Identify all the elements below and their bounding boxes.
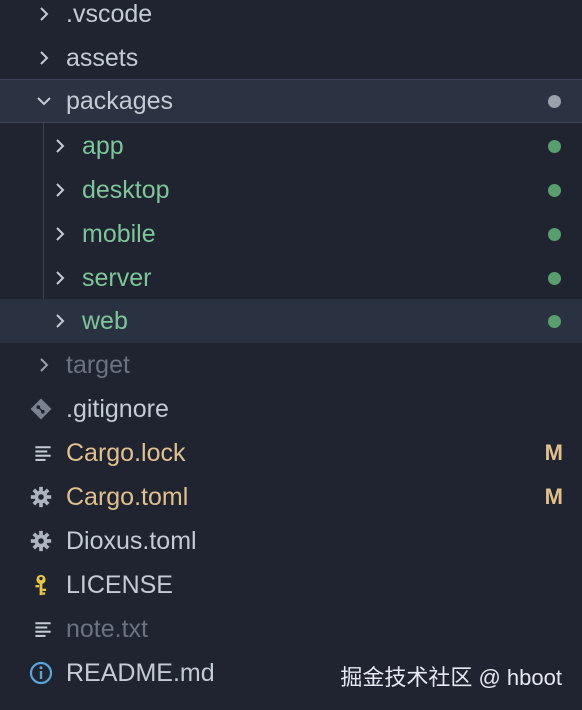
chevron-down-icon	[32, 89, 56, 113]
tree-item-web[interactable]: web	[0, 299, 582, 343]
tree-item-label: note.txt	[66, 614, 148, 643]
tree-item-label: Cargo.toml	[66, 482, 189, 511]
tree-item-label: .vscode	[66, 0, 153, 28]
tree-item-app[interactable]: app	[0, 124, 582, 168]
chevron-right-icon	[48, 134, 72, 158]
tree-item-server[interactable]: server	[0, 256, 582, 300]
tree-item-gitignore[interactable]: .gitignore	[0, 387, 582, 431]
chevron-right-icon	[48, 178, 72, 202]
tree-item-label: desktop	[82, 175, 170, 204]
lines-file-icon	[30, 616, 56, 642]
chevron-right-icon	[32, 353, 56, 377]
gear-icon	[28, 484, 54, 510]
status-dot	[548, 139, 561, 153]
tree-item-dioxus-toml[interactable]: Dioxus.toml	[0, 519, 582, 563]
key-icon	[28, 572, 54, 598]
chevron-right-icon	[48, 222, 72, 246]
status-dot	[548, 271, 561, 285]
modified-badge: M	[544, 440, 563, 465]
tree-item-assets[interactable]: assets	[0, 36, 582, 80]
tree-item-label: packages	[66, 86, 174, 115]
status-dot	[548, 314, 561, 328]
tree-item-vscode[interactable]: .vscode	[0, 0, 582, 36]
tree-item-label: Dioxus.toml	[66, 526, 197, 555]
tree-item-label: mobile	[82, 219, 156, 248]
git-diamond-icon	[28, 396, 54, 422]
tree-item-label: server	[82, 263, 152, 292]
status-dot	[548, 183, 561, 197]
tree-item-target[interactable]: target	[0, 343, 582, 387]
tree-item-desktop[interactable]: desktop	[0, 168, 582, 212]
modified-badge: M	[544, 484, 563, 509]
gear-icon	[28, 528, 54, 554]
tree-item-label: LICENSE	[66, 570, 173, 599]
chevron-right-icon	[48, 266, 72, 290]
tree-item-label: app	[82, 131, 124, 160]
lines-file-icon	[30, 440, 56, 466]
tree-item-cargo-toml[interactable]: Cargo.toml M	[0, 475, 582, 519]
chevron-right-icon	[32, 46, 56, 70]
tree-item-note-txt[interactable]: note.txt	[0, 607, 582, 651]
tree-item-cargo-lock[interactable]: Cargo.lock M	[0, 431, 582, 475]
status-dot	[548, 227, 561, 241]
chevron-right-icon	[48, 309, 72, 333]
tree-item-label: .gitignore	[66, 394, 169, 423]
tree-item-license[interactable]: LICENSE	[0, 563, 582, 607]
tree-item-mobile[interactable]: mobile	[0, 212, 582, 256]
file-explorer-tree: .vscode assets packages app desktop mobi…	[0, 0, 582, 710]
status-dot	[548, 94, 561, 108]
info-icon	[28, 660, 54, 686]
tree-item-packages[interactable]: packages	[0, 79, 582, 123]
tree-item-label: Cargo.lock	[66, 438, 186, 467]
watermark: 掘金技术社区 @ hboot	[340, 665, 562, 690]
chevron-right-icon	[32, 2, 56, 26]
tree-item-label: target	[66, 350, 130, 379]
tree-item-label: web	[82, 306, 128, 335]
tree-item-label: assets	[66, 43, 139, 72]
tree-item-label: README.md	[66, 658, 215, 687]
